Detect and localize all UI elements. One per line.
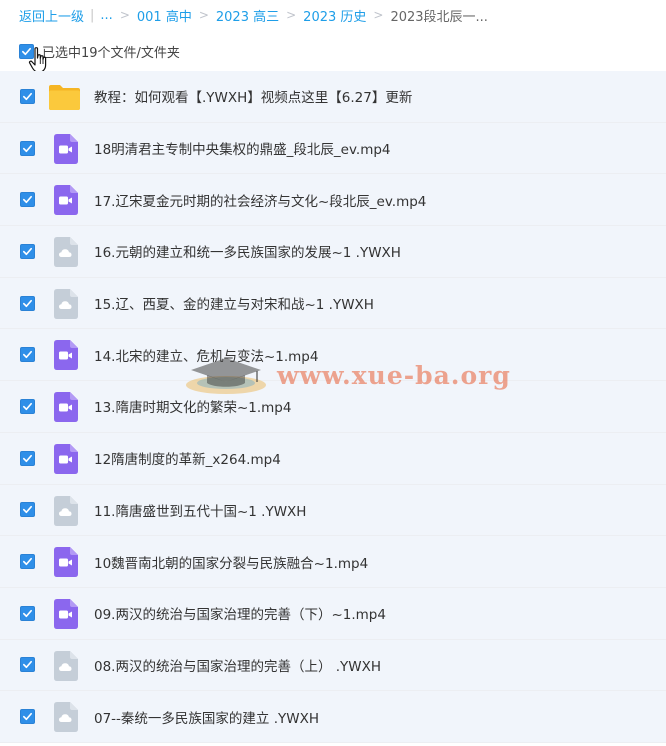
file-name[interactable]: 18明清君主专制中央集权的鼎盛_段北辰_ev.mp4 — [94, 138, 391, 158]
file-name[interactable]: 12隋唐制度的革新_x264.mp4 — [94, 448, 281, 468]
breadcrumb-divider: | — [90, 7, 95, 23]
file-row[interactable]: 08.两汉的统治与国家治理的完善（上） .YWXH — [0, 639, 666, 692]
cloud-file-icon — [54, 237, 78, 268]
folder-icon — [49, 85, 80, 110]
video-icon — [54, 185, 78, 216]
chevron-right-icon: > — [198, 8, 209, 22]
file-row[interactable]: 10魏晋南北朝的国家分裂与民族融合~1.mp4 — [0, 536, 666, 588]
file-name[interactable]: 17.辽宋夏金元时期的社会经济与文化~段北辰_ev.mp4 — [94, 190, 426, 210]
breadcrumb-item-current: 2023段北辰一... — [390, 9, 488, 25]
file-name[interactable]: 07--秦统一多民族国家的建立 .YWXH — [94, 707, 319, 727]
file-name[interactable]: 10魏晋南北朝的国家分裂与民族融合~1.mp4 — [94, 552, 368, 572]
checkmark-icon — [23, 351, 32, 359]
back-link[interactable]: 返回上一级 — [19, 6, 84, 25]
video-icon — [54, 547, 78, 578]
checkmark-icon — [23, 196, 32, 204]
breadcrumb-ellipsis[interactable]: ... — [100, 8, 112, 23]
file-name[interactable]: 08.两汉的统治与国家治理的完善（上） .YWXH — [94, 655, 381, 675]
video-icon — [54, 340, 78, 371]
file-name[interactable]: 教程：如何观看【.YWXH】视频点这里【6.27】更新 — [94, 86, 412, 106]
file-name[interactable]: 09.两汉的统治与国家治理的完善（下）~1.mp4 — [94, 603, 386, 623]
file-checkbox[interactable] — [20, 502, 35, 518]
file-checkbox[interactable] — [20, 554, 35, 570]
file-row[interactable]: 09.两汉的统治与国家治理的完善（下）~1.mp4 — [0, 587, 666, 640]
checkmark-icon — [23, 299, 32, 307]
hand-cursor-icon — [28, 47, 47, 73]
file-name[interactable]: 15.辽、西夏、金的建立与对宋和战~1 .YWXH — [94, 293, 374, 313]
checkmark-icon — [23, 661, 32, 669]
checkmark-icon — [23, 557, 32, 566]
breadcrumb-item-001[interactable]: 001 高中 — [137, 6, 192, 25]
file-row[interactable]: 11.隋唐盛世到五代十国~1 .YWXH — [0, 484, 666, 537]
video-icon — [54, 443, 78, 474]
breadcrumb-item-2023-gaosan[interactable]: 2023 高三 — [216, 6, 279, 25]
file-checkbox[interactable] — [20, 709, 35, 725]
video-icon — [54, 392, 78, 423]
checkmark-icon — [23, 144, 32, 152]
chevron-right-icon: > — [119, 8, 130, 22]
cloud-file-icon — [54, 650, 78, 681]
breadcrumb: 返回上一级 | ... > 001 高中 > 2023 高三 > 2023 历史… — [19, 6, 488, 25]
checkmark-icon — [23, 92, 32, 100]
file-row[interactable]: 17.辽宋夏金元时期的社会经济与文化~段北辰_ev.mp4 — [0, 174, 666, 227]
checkmark-icon — [23, 402, 32, 411]
file-row[interactable]: 15.辽、西夏、金的建立与对宋和战~1 .YWXH — [0, 277, 666, 330]
file-checkbox[interactable] — [20, 140, 35, 156]
cloud-file-icon — [54, 702, 78, 733]
checkmark-icon — [23, 454, 32, 462]
video-icon — [54, 598, 78, 629]
cloud-file-icon — [54, 495, 78, 526]
file-list: 教程：如何观看【.YWXH】视频点这里【6.27】更新 18明清君主专制中央集权的… — [0, 71, 666, 743]
file-row[interactable]: 18明清君主专制中央集权的鼎盛_段北辰_ev.mp4 — [0, 122, 666, 175]
chevron-right-icon: > — [286, 8, 297, 22]
file-checkbox[interactable] — [20, 88, 35, 104]
file-name[interactable]: 13.隋唐时期文化的繁荣~1.mp4 — [94, 396, 291, 416]
checkmark-icon — [23, 506, 32, 514]
checkmark-icon — [23, 609, 32, 617]
file-checkbox[interactable] — [20, 243, 35, 259]
file-checkbox[interactable] — [20, 347, 35, 363]
file-checkbox[interactable] — [20, 398, 35, 414]
file-checkbox[interactable] — [20, 192, 35, 208]
file-row[interactable]: 14.北宋的建立、危机与变法~1.mp4 — [0, 329, 666, 382]
file-checkbox[interactable] — [20, 605, 35, 621]
cloud-file-icon — [54, 288, 78, 319]
file-name[interactable]: 14.北宋的建立、危机与变法~1.mp4 — [94, 345, 318, 365]
file-row[interactable]: 07--秦统一多民族国家的建立 .YWXH — [0, 691, 666, 743]
chevron-right-icon: > — [373, 8, 384, 22]
video-icon — [54, 133, 78, 164]
file-row[interactable]: 16.元朝的建立和统一多民族国家的发展~1 .YWXH — [0, 226, 666, 278]
selection-status: 已选中19个文件/文件夹 — [42, 45, 180, 61]
file-name[interactable]: 16.元朝的建立和统一多民族国家的发展~1 .YWXH — [94, 241, 401, 261]
file-row[interactable]: 教程：如何观看【.YWXH】视频点这里【6.27】更新 — [0, 71, 666, 123]
breadcrumb-item-2023-lishi[interactable]: 2023 历史 — [303, 6, 366, 25]
checkmark-icon — [23, 247, 32, 255]
file-checkbox[interactable] — [20, 657, 35, 673]
checkmark-icon — [23, 713, 32, 721]
file-row[interactable]: 12隋唐制度的革新_x264.mp4 — [0, 432, 666, 485]
file-checkbox[interactable] — [20, 450, 35, 466]
file-name[interactable]: 11.隋唐盛世到五代十国~1 .YWXH — [94, 500, 306, 520]
file-checkbox[interactable] — [20, 295, 35, 311]
file-row[interactable]: 13.隋唐时期文化的繁荣~1.mp4 — [0, 381, 666, 433]
